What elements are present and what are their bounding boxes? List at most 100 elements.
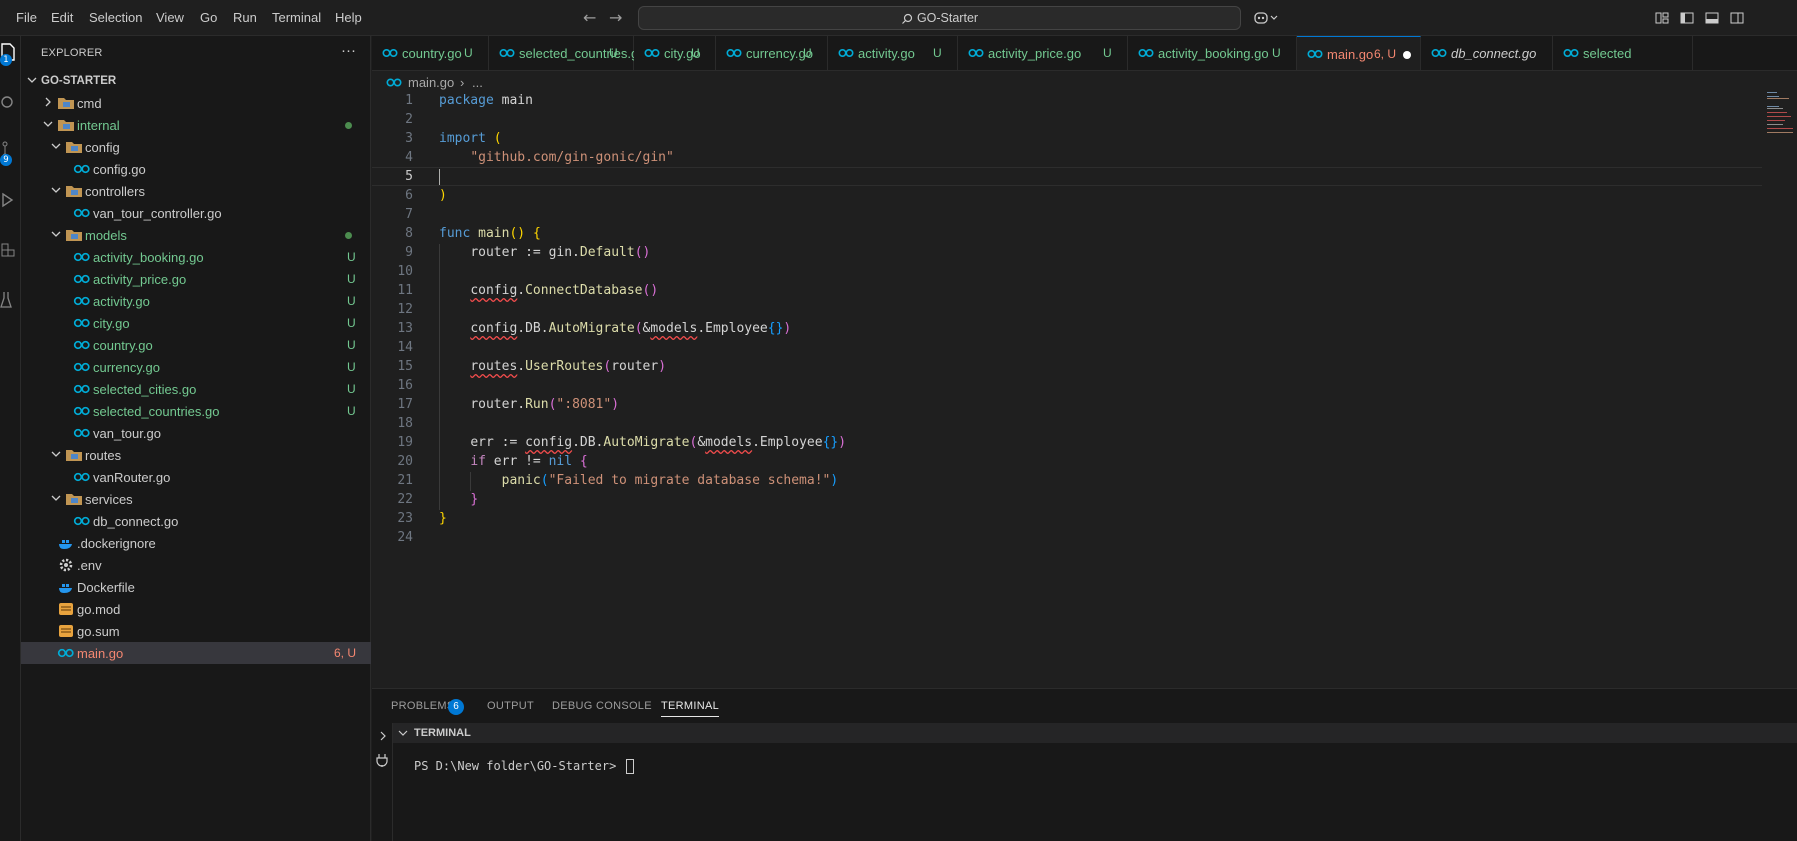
line-number: 7 <box>405 207 413 222</box>
folder-row-services[interactable]: services <box>21 488 371 510</box>
editor-tab-city-go[interactable]: city.go U <box>634 36 716 70</box>
breadcrumb-file[interactable]: main.go <box>408 75 454 90</box>
file-row-go-sum[interactable]: go.sum <box>21 620 371 642</box>
toggle-secondary-sidebar-icon[interactable] <box>1729 10 1745 26</box>
code-line-6: ) <box>439 188 447 203</box>
menu-go[interactable]: Go <box>200 10 217 25</box>
editor-tab-db-connect-go[interactable]: db_connect.go <box>1421 36 1553 70</box>
menu-selection[interactable]: Selection <box>89 10 142 25</box>
testing-icon[interactable] <box>0 290 18 310</box>
panel-tab-output[interactable]: OUTPUT <box>487 700 534 712</box>
customize-layout-icon[interactable] <box>1654 10 1670 26</box>
git-status-badge: U <box>347 250 356 264</box>
editor-tab-main-go[interactable]: main.go 6, U <box>1297 36 1421 70</box>
run-debug-icon[interactable] <box>0 190 18 210</box>
gutter-row: 10 <box>372 263 417 282</box>
file-row-config-go[interactable]: config.go <box>21 158 371 180</box>
file-row-dockerignore[interactable]: .dockerignore <box>21 532 371 554</box>
folder-row-routes[interactable]: routes <box>21 444 371 466</box>
toggle-primary-sidebar-icon[interactable] <box>1679 10 1695 26</box>
explorer-sidebar: EXPLORER ··· GO-STARTER cmd internal confi… <box>21 36 371 841</box>
file-row-go-mod[interactable]: go.mod <box>21 598 371 620</box>
workspace-root[interactable]: GO-STARTER <box>21 70 371 92</box>
file-row-van-tour-controller-go[interactable]: van_tour_controller.go <box>21 202 371 224</box>
menu-run[interactable]: Run <box>233 10 257 25</box>
tree-item-label: activity_price.go <box>93 272 187 287</box>
git-status-badge: U <box>347 272 356 286</box>
file-row-currency-go[interactable]: currency.go U <box>21 356 371 378</box>
breadcrumb-separator: › <box>460 75 465 90</box>
tab-label: selected <box>1583 46 1632 61</box>
minimap-line <box>1767 132 1793 133</box>
code-editor[interactable]: 1 2 3 4 5 6 7 8 9 10 11 12 13 14 15 16 17 18 19 20 21 22 23 24 … <box>372 92 1797 687</box>
folder-row-models[interactable]: models <box>21 224 371 246</box>
tab-git-status: U <box>464 46 473 60</box>
file-row-selected-countries-go[interactable]: selected_countries.go U <box>21 400 371 422</box>
menu-terminal[interactable]: Terminal <box>272 10 321 25</box>
menu-help[interactable]: Help <box>335 10 362 25</box>
search-icon <box>902 13 913 24</box>
chevron-right-icon[interactable] <box>378 731 388 741</box>
editor-tab-currency-go[interactable]: currency.go U <box>716 36 828 70</box>
file-row-vanrouter-go[interactable]: vanRouter.go <box>21 466 371 488</box>
editor-tab-country-go[interactable]: country.go U <box>372 36 489 70</box>
gutter-row: 16 <box>372 377 417 396</box>
forward-arrow-icon[interactable]: → <box>609 8 622 27</box>
back-arrow-icon[interactable]: ← <box>583 8 596 27</box>
more-actions-icon[interactable]: ··· <box>341 42 356 59</box>
file-row-db-connect-go[interactable]: db_connect.go <box>21 510 371 532</box>
minimap[interactable] <box>1767 92 1795 142</box>
menu-edit[interactable]: Edit <box>51 10 73 25</box>
tab-git-status: U <box>803 46 812 60</box>
unsaved-dot-icon[interactable] <box>1403 51 1411 59</box>
docker-icon <box>59 540 72 549</box>
folder-row-internal[interactable]: internal <box>21 114 371 136</box>
menu-file[interactable]: File <box>16 10 37 25</box>
git-status-badge: U <box>347 382 356 396</box>
panel-tab-debug-console[interactable]: DEBUG CONSOLE <box>552 700 652 712</box>
file-row-main-go[interactable]: main.go 6, U <box>21 642 371 664</box>
editor-tab-selected-countries-go[interactable]: selected_countries.go U <box>489 36 645 70</box>
terminal-section-header[interactable]: TERMINAL <box>393 723 1797 743</box>
problems-count-badge: 6 <box>448 699 464 715</box>
file-row-city-go[interactable]: city.go U <box>21 312 371 334</box>
git-status-badge: U <box>347 404 356 418</box>
terminal-prompt-line[interactable]: PS D:\New folder\GO-Starter> <box>414 759 634 774</box>
folder-row-config[interactable]: config <box>21 136 371 158</box>
go-file-icon <box>386 78 402 87</box>
copilot-icon[interactable] <box>1253 10 1281 26</box>
search-view-icon[interactable] <box>0 92 18 112</box>
folder-row-controllers[interactable]: controllers <box>21 180 371 202</box>
terminal-side-bar <box>372 723 393 841</box>
tree-item-label: van_tour_controller.go <box>93 206 222 221</box>
file-row-activity-go[interactable]: activity.go U <box>21 290 371 312</box>
code-line-17: router.Run(":8081") <box>470 397 620 412</box>
panel-tab-problems[interactable]: PROBLEMS <box>391 700 455 712</box>
file-row-selected-cities-go[interactable]: selected_cities.go U <box>21 378 371 400</box>
extensions-icon[interactable] <box>0 238 18 258</box>
tree-item-label: country.go <box>93 338 153 353</box>
file-row-activity-price-go[interactable]: activity_price.go U <box>21 268 371 290</box>
panel-tab-terminal[interactable]: TERMINAL <box>661 700 720 717</box>
file-row-van-tour-go[interactable]: van_tour.go <box>21 422 371 444</box>
file-row-country-go[interactable]: country.go U <box>21 334 371 356</box>
file-row-env[interactable]: .env <box>21 554 371 576</box>
editor-tab-activity-price-go[interactable]: activity_price.go U <box>958 36 1128 70</box>
plug-icon[interactable] <box>376 753 388 767</box>
minimap-line <box>1767 124 1783 125</box>
gutter-row: 24 <box>372 529 417 548</box>
editor-tab-selected[interactable]: selected <box>1553 36 1693 70</box>
go-file-icon <box>73 318 90 328</box>
tab-git-status: U <box>691 46 700 60</box>
git-status-badge: U <box>347 338 356 352</box>
breadcrumb-symbols[interactable]: ... <box>472 75 483 90</box>
editor-tab-activity-go[interactable]: activity.go U <box>828 36 958 70</box>
file-row-activity-booking-go[interactable]: activity_booking.go U <box>21 246 371 268</box>
editor-tab-activity-booking-go[interactable]: activity_booking.go U <box>1128 36 1297 70</box>
folder-row-cmd[interactable]: cmd <box>21 92 371 114</box>
command-center-search[interactable]: GO-Starter <box>638 6 1241 30</box>
file-row-dockerfile[interactable]: Dockerfile <box>21 576 371 598</box>
menu-view[interactable]: View <box>156 10 184 25</box>
toggle-panel-icon[interactable] <box>1704 10 1720 26</box>
line-number: 24 <box>397 530 413 545</box>
